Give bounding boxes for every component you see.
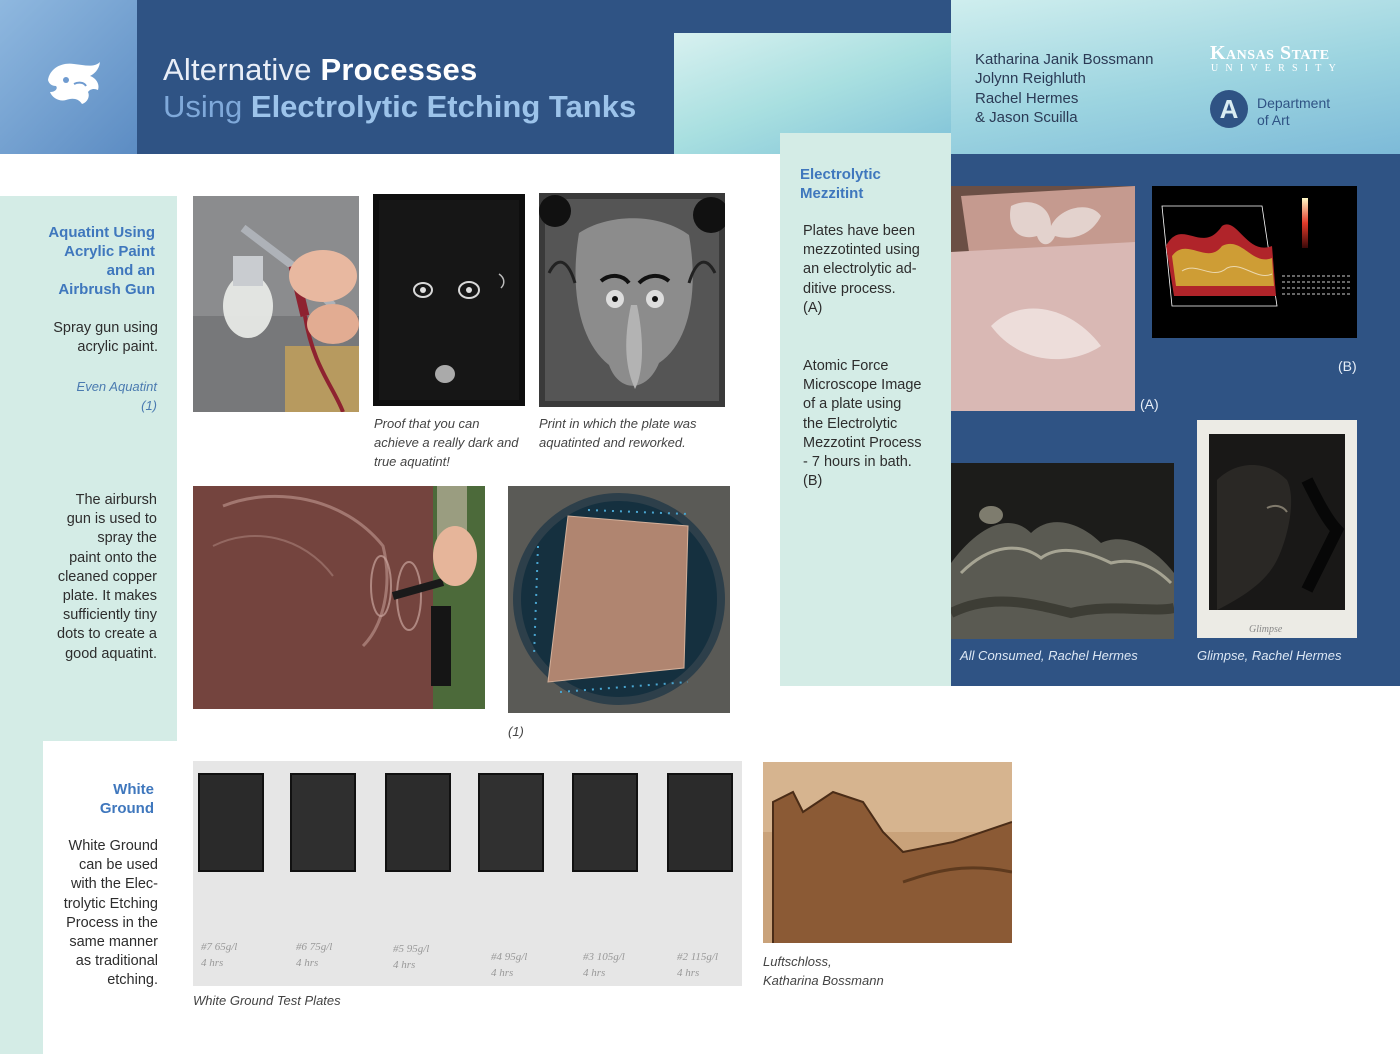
mezzotint-plates-photo [951,186,1135,411]
airbrush-photo [193,196,359,412]
mezzotint-paragraph-b: Atomic Force Microscope Image of a plate… [803,358,922,490]
mezzotint-title: Electrolytic Mezzitint [800,166,881,202]
reworked-print-photo [539,193,725,407]
plate-label: #3 105g/l 4 hrs [583,951,625,979]
aquatint-description: The airbursh gun is used to spray the pa… [57,492,157,662]
dark-proof-caption: Proof that you can achieve a really dark… [374,416,519,470]
mezzotint-paragraph-a: Plates have been mezzotinted using an el… [803,223,920,316]
wildcat-logo-icon [44,58,104,106]
test-plate [478,773,544,872]
luftschloss-print-photo [763,762,1012,943]
magnifier-caption: (1) [508,724,524,739]
aquatint-intro: Spray gun using acrylic paint. [53,320,158,356]
test-plate [198,773,264,872]
magnifier-aquatint-photo [508,486,730,713]
plate-label: #6 75g/l 4 hrs [296,941,333,969]
author-list: Katharina Janik Bossmann Jolynn Reighlut… [975,50,1153,128]
spraying-plate-photo [193,486,485,709]
glimpse-caption: Glimpse, Rachel Hermes [1197,648,1342,663]
afm-label-b: (B) [1338,358,1357,374]
plate-label: #5 95g/l 4 hrs [393,943,430,971]
luftschloss-caption: Luftschloss, Katharina Bossmann [763,954,884,989]
department-logo-icon: A [1210,90,1248,128]
reworked-print-caption: Print in which the plate was aquatinted … [539,416,697,451]
test-plate [667,773,733,872]
plates-label-a: (A) [1140,396,1159,412]
glimpse-print-photo: Glimpse [1197,420,1357,638]
test-plate [385,773,451,872]
dark-aquatint-proof-photo [373,194,525,406]
afm-microscope-image [1152,186,1357,338]
white-ground-strip [0,741,43,1054]
plate-label: #7 65g/l 4 hrs [201,941,238,969]
plate-label: #4 95g/l 4 hrs [491,951,528,979]
white-ground-title: White Ground [99,781,154,817]
author-name: & Jason Scuilla [975,109,1078,127]
university-name: Kansas State [1210,42,1330,64]
all-consumed-caption: All Consumed, Rachel Hermes [960,648,1138,663]
poster-title-line2: Using Electrolytic Etching Tanks [163,89,637,124]
test-plate [572,773,638,872]
plate-label: #2 115g/l 4 hrs [677,951,719,979]
all-consumed-print-photo [951,463,1174,639]
even-aquatint-label: Even Aquatint (1) [76,379,157,413]
glimpse-signature: Glimpse [1249,624,1283,635]
test-plate [290,773,356,872]
poster-title-line1: Alternative Processes [163,52,478,87]
author-name: Jolynn Reighluth [975,70,1086,88]
white-ground-test-plates-photo: #7 65g/l 4 hrs #6 75g/l 4 hrs #5 95g/l 4 hr… [193,761,742,986]
aquatint-title: Aquatint Using Acrylic Paint and an Airb… [48,224,155,298]
author-name: Katharina Janik Bossmann [975,51,1154,68]
test-plates-caption: White Ground Test Plates [193,993,341,1008]
university-subtitle: UNIVERSITY [1211,63,1343,74]
author-name: Rachel Hermes [975,89,1079,107]
department-name: Department of Art [1257,95,1331,128]
white-ground-description: White Ground can be used with the Elec- … [63,838,158,989]
